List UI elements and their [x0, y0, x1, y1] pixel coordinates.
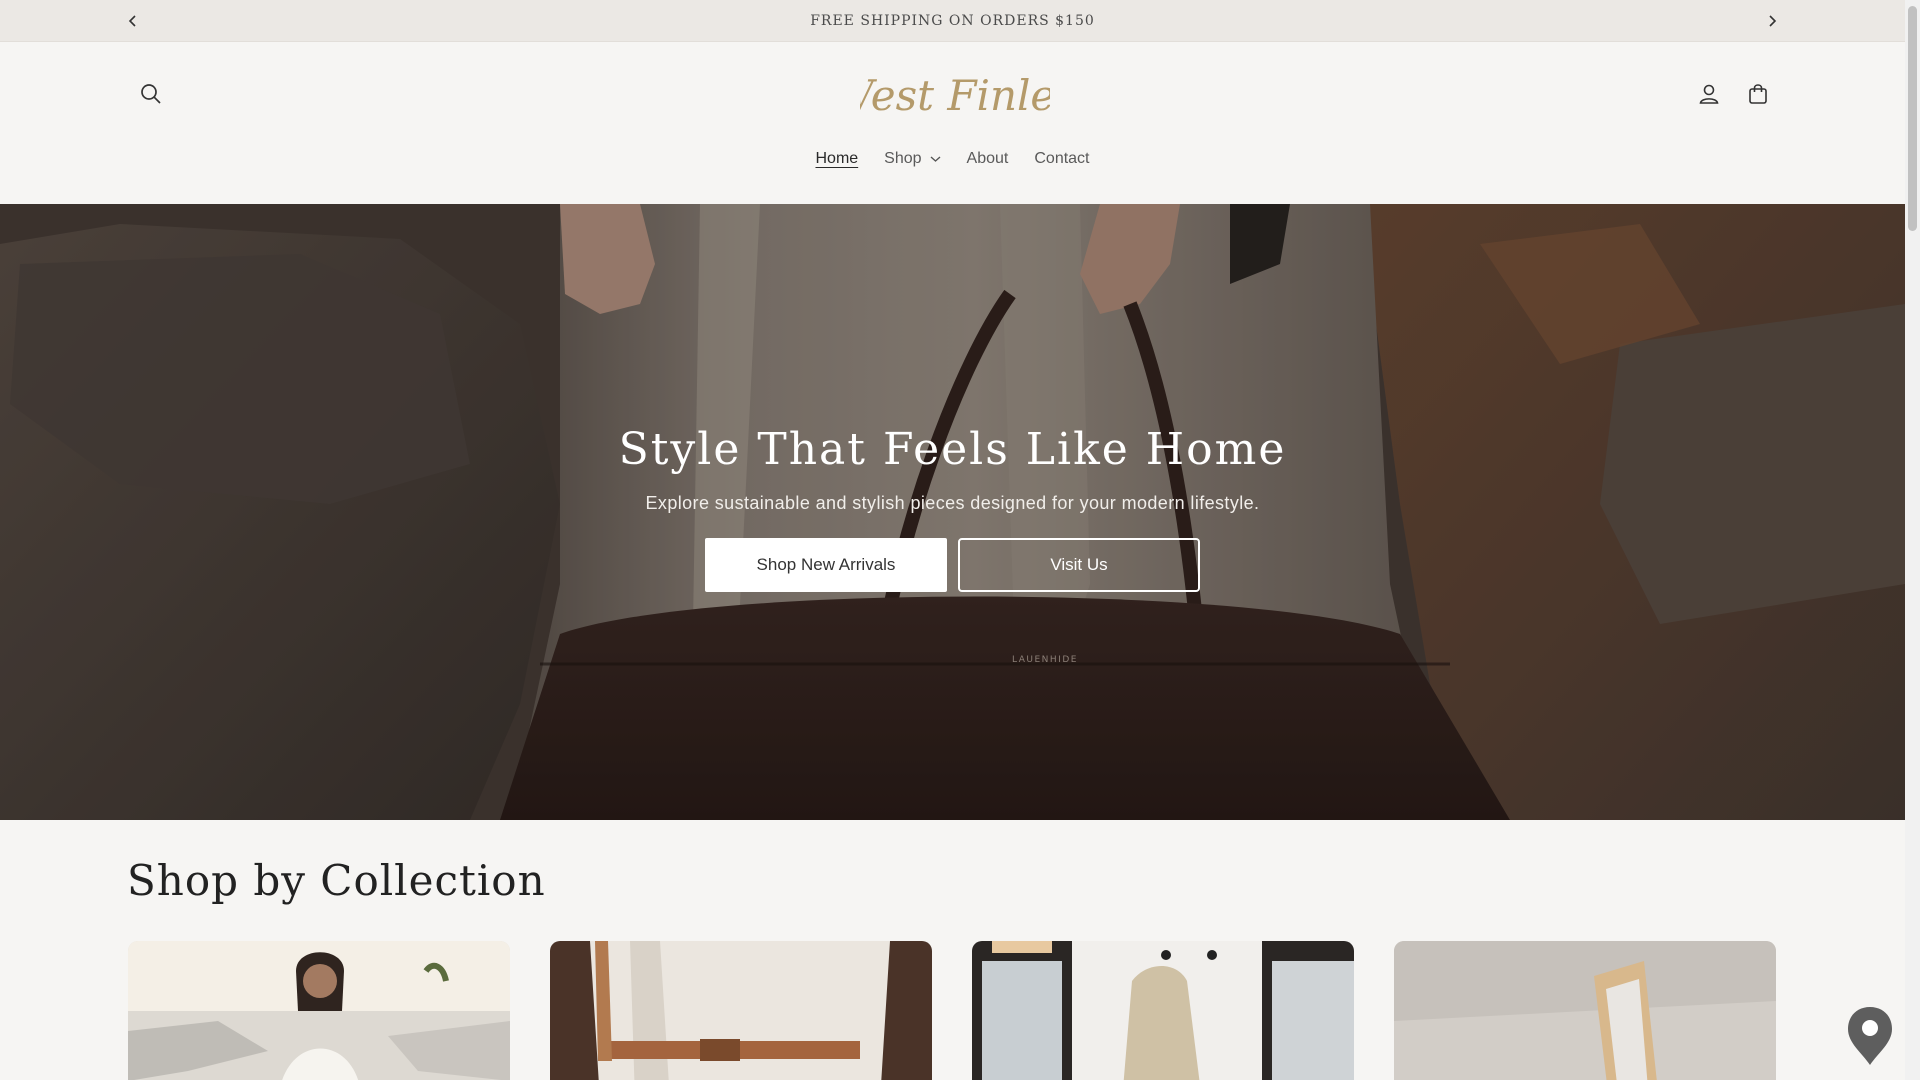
hero-buttons: Shop New Arrivals Visit Us [0, 538, 1905, 592]
shop-new-arrivals-button[interactable]: Shop New Arrivals [705, 538, 947, 592]
chevron-right-icon[interactable] [1762, 11, 1782, 31]
map-pin-icon[interactable] [1846, 1005, 1894, 1067]
chevron-left-icon[interactable] [123, 11, 143, 31]
collection-cards [128, 941, 1776, 1080]
scrollbar-thumb[interactable] [1908, 6, 1917, 231]
collection-title: Shop by Collection [127, 856, 546, 905]
hero-title: Style That Feels Like Home [618, 424, 1287, 475]
chevron-down-icon [930, 156, 941, 162]
page-scrollbar[interactable] [1905, 0, 1920, 1080]
collection-card[interactable] [972, 941, 1354, 1080]
nav-home[interactable]: Home [815, 150, 858, 172]
site-header: West Finley Home Shop About Contact [0, 42, 1905, 204]
logo-text: West Finley [860, 71, 1050, 120]
nav-contact[interactable]: Contact [1034, 150, 1089, 172]
nav-contact-label: Contact [1034, 150, 1090, 167]
collection-card-image [1394, 941, 1776, 1080]
collection-card[interactable] [1394, 941, 1776, 1080]
hero-banner: LAUENHIDE Style That Feels Like Home Exp… [0, 204, 1905, 820]
nav-shop-label: Shop [884, 150, 922, 167]
nav-home-label: Home [815, 150, 859, 167]
collection-card[interactable] [550, 941, 932, 1080]
user-icon[interactable] [1693, 78, 1725, 110]
nav-shop[interactable]: Shop [884, 150, 941, 172]
nav-about-label: About [966, 150, 1009, 167]
collection-card-image [128, 941, 510, 1080]
announcement-bar: FREE SHIPPING ON ORDERS $150 [0, 0, 1905, 42]
hero-subtitle: Explore sustainable and stylish pieces d… [645, 493, 1260, 513]
search-icon[interactable] [135, 78, 167, 110]
collection-card-image [972, 941, 1354, 1080]
visit-us-button[interactable]: Visit Us [958, 538, 1200, 592]
nav-about[interactable]: About [967, 150, 1009, 172]
hero-content: Style That Feels Like Home Explore susta… [0, 424, 1905, 592]
collection-card-image [550, 941, 932, 1080]
announcement-text: FREE SHIPPING ON ORDERS $150 [810, 12, 1095, 29]
collection-card[interactable] [128, 941, 510, 1080]
site-logo[interactable]: West Finley [831, 62, 1080, 128]
main-nav: Home Shop About Contact [0, 150, 1905, 172]
page: FREE SHIPPING ON ORDERS $150 West Finley… [0, 0, 1905, 1080]
shopping-bag-icon[interactable] [1742, 78, 1774, 110]
